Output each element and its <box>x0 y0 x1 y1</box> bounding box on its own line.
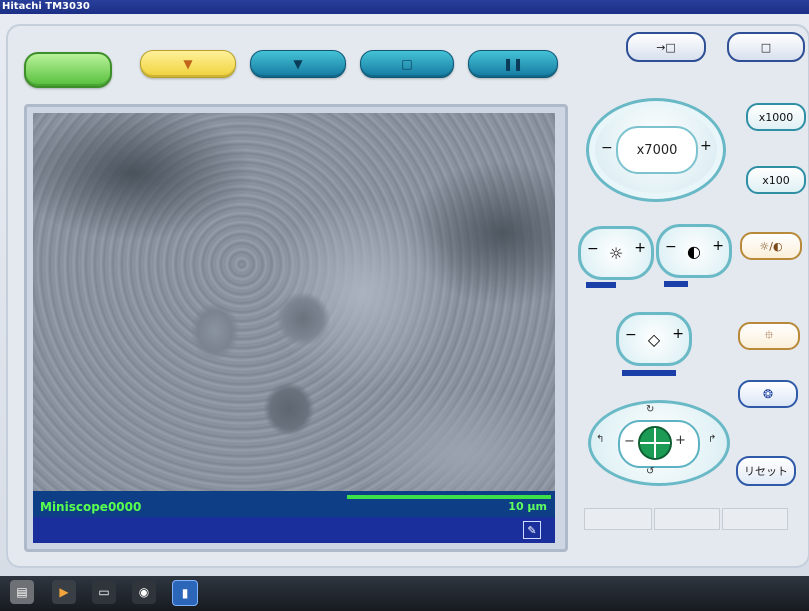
magnification-minus-button[interactable]: − <box>601 140 613 156</box>
stage-plus[interactable]: + <box>675 433 686 448</box>
sem-image[interactable] <box>33 113 555 491</box>
disk-icon: □ <box>760 40 772 54</box>
triangle-down-icon: ▼ <box>293 57 303 71</box>
eject-button[interactable]: ▼ <box>140 50 236 78</box>
stop-icon: □ <box>401 57 413 71</box>
scale-bar <box>347 495 551 499</box>
title-bar: Hitachi TM3030 <box>0 0 809 14</box>
contrast-plus[interactable]: + <box>712 238 724 254</box>
stage-minus[interactable]: − <box>624 434 635 449</box>
rotate-down-icon[interactable]: ↺ <box>646 466 654 477</box>
focus-minus[interactable]: − <box>625 327 637 343</box>
edit-icon[interactable]: ✎ <box>523 521 541 539</box>
preset-x1000-button[interactable]: x1000 <box>746 103 806 131</box>
contrast-control[interactable]: − ◐ + <box>656 224 732 278</box>
save-icon: →□ <box>656 40 676 54</box>
reset-button[interactable]: リセット <box>736 456 796 486</box>
image-footer: ✎ <box>33 517 555 543</box>
contrast-level-bar <box>664 281 688 287</box>
scan-down-button[interactable]: ▼ <box>250 50 346 78</box>
focus-plus[interactable]: + <box>672 326 684 342</box>
pause-icon: ❚❚ <box>502 57 524 71</box>
focus-level-bar <box>622 370 676 376</box>
brightness-minus[interactable]: − <box>587 241 599 257</box>
eject-icon: ▼ <box>183 57 193 71</box>
save-button[interactable]: □ <box>727 32 805 62</box>
quick-save-button[interactable]: →□ <box>626 32 706 62</box>
status-box-2 <box>654 508 720 530</box>
pause-button[interactable]: ❚❚ <box>468 50 558 78</box>
auto-brightness-contrast-button[interactable]: ☼/◐ <box>740 232 802 260</box>
image-viewport: 10 μm ✎ <box>24 104 568 552</box>
auto-adjust-button[interactable]: ❂ <box>738 380 798 408</box>
contrast-icon: ◐ <box>687 241 701 261</box>
start-button[interactable] <box>24 52 112 88</box>
magnification-plus-button[interactable]: + <box>700 138 712 154</box>
window-title: Hitachi TM3030 <box>2 1 90 12</box>
brightness-level-bar <box>586 282 616 288</box>
brightness-plus[interactable]: + <box>634 240 646 256</box>
stop-button[interactable]: □ <box>360 50 454 78</box>
brightness-control[interactable]: − ☼ + <box>578 226 654 280</box>
status-box-3 <box>722 508 788 530</box>
terminal-icon[interactable]: ▭ <box>92 580 116 604</box>
tilt-right-icon[interactable]: ↱ <box>708 434 716 445</box>
rotate-up-icon[interactable]: ↻ <box>646 404 654 415</box>
status-box-1 <box>584 508 652 530</box>
eye-icon: ◇ <box>647 329 661 349</box>
focus-control[interactable]: − ◇ + <box>616 312 692 366</box>
app-icon[interactable]: ▮ <box>172 580 198 606</box>
auto-focus-button[interactable]: ⯐ <box>738 322 800 350</box>
taskbar: ▤ ▶ ▭ ◉ ▮ <box>0 576 809 611</box>
magnification-value: x7000 <box>616 126 698 174</box>
contrast-minus[interactable]: − <box>665 239 677 255</box>
brightness-icon: ☼ <box>608 243 624 263</box>
media-icon[interactable]: ▶ <box>52 580 76 604</box>
image-name: Miniscope0000 <box>40 500 142 514</box>
chrome-icon[interactable]: ◉ <box>132 580 156 604</box>
crosshair-icon[interactable] <box>638 426 672 460</box>
explorer-icon[interactable]: ▤ <box>10 580 34 604</box>
tilt-left-icon[interactable]: ↰ <box>596 434 604 445</box>
scale-label: 10 μm <box>508 500 547 513</box>
preset-x100-button[interactable]: x100 <box>746 166 806 194</box>
